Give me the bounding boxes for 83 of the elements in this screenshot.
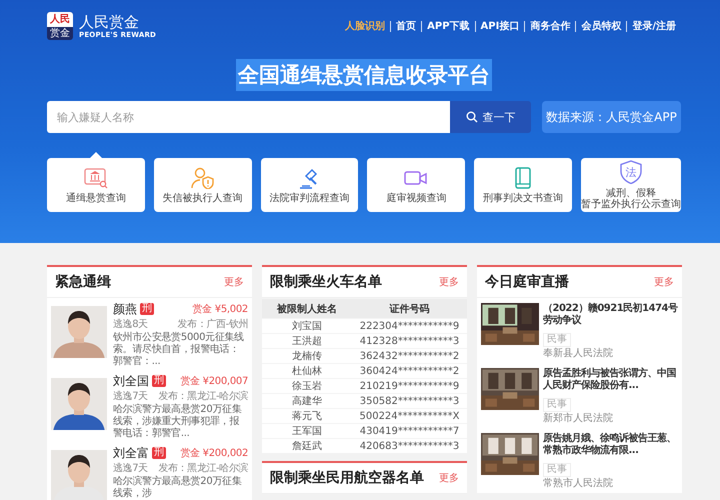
table-cell-text: 徐玉岩 [291, 380, 323, 393]
case-type-tag: 民事 [543, 398, 571, 412]
service-label: 失信被执行人查询 [162, 192, 243, 204]
table-cell-text: 詹廷武 [291, 440, 323, 453]
table-cell-text: 杜仙林 [291, 364, 323, 378]
law-shield-icon: 法 [618, 160, 643, 184]
table-cell-text: 420683***********3 [358, 440, 460, 452]
section-title: 限制乘坐火车名单 [270, 273, 382, 291]
table-cell-text: 500224***********X [358, 410, 461, 422]
service-label: 法院审判流程查询 [269, 192, 350, 204]
more-link[interactable]: 更多 [224, 275, 244, 289]
nav-link[interactable]: 首页 [390, 20, 422, 32]
criminal-badge: 刑 [152, 375, 166, 387]
escape-days: 逃逸7天 [113, 461, 148, 475]
table-cell-text: 350582***********3 [358, 396, 460, 406]
trial-title[interactable]: （2022）赣0921民初1474号劳动争议 [543, 303, 678, 327]
more-link[interactable]: 更多 [654, 275, 674, 289]
person-name: 刘全国 [113, 372, 149, 390]
table-cell-text: 高建华 [291, 394, 323, 408]
nav-link[interactable]: 登录/注册 [626, 20, 681, 32]
court-name: 新郑市人民法院 [543, 413, 614, 425]
publisher-label: 发布：广西-钦州 [178, 318, 248, 331]
nav-link[interactable]: 会员特权 [575, 20, 626, 32]
table-cell-text: 430419***********7 [358, 426, 460, 436]
case-description: 哈尔滨警方最高悬赏20万征集线索，涉 [113, 476, 243, 500]
nav-link[interactable]: APP下载 [421, 20, 475, 32]
person-name: 颜燕 [113, 300, 137, 318]
page-title: 全国通缉悬赏信息收录平台 [236, 59, 492, 91]
service-label: 通缉悬赏查询 [66, 192, 126, 204]
search-icon [466, 111, 478, 123]
table-cell-text: 王军国 [291, 425, 323, 438]
logo-icon: 人民 赏金 [47, 12, 73, 40]
case-description: 钦州市公安悬赏5000元征集线索。请尽快自首，报警电话：郭警官：... [113, 332, 245, 368]
more-link[interactable]: 更多 [439, 471, 459, 485]
section-title: 今日庭审直播 [485, 273, 569, 291]
table-cell-text: 刘宝国 [291, 320, 323, 333]
service-label: 刑事判决文书查询 [483, 192, 564, 204]
table-cell-text: 412328***********3 [358, 336, 460, 346]
trial-title[interactable]: 原告姚月娥、徐鸣诉被告王葱、常熟市政华物流有限... [543, 433, 678, 457]
bank-search-icon [84, 166, 108, 188]
logo-name: 人民赏金 [79, 13, 140, 31]
service-card[interactable]: 法院审判流程查询 [260, 158, 358, 212]
reward-amount: 赏金 ¥200,007 [180, 374, 248, 388]
criminal-badge: 刑 [140, 303, 154, 315]
search-button[interactable]: 查一下 [450, 101, 531, 133]
escape-days: 逃逸8天 [113, 317, 148, 331]
section-title: 限制乘坐民用航空器名单 [270, 469, 424, 487]
publisher-label: 发布：黑龙江-哈尔滨 [158, 390, 248, 403]
table-cell-text: 龙楠传 [291, 350, 323, 363]
column-header: 被限制人姓名 [276, 302, 338, 316]
service-label: 庭审视频查询 [386, 192, 446, 204]
nav-link[interactable]: 人脸识别 [340, 20, 390, 32]
table-cell-text: 蒋元飞 [291, 410, 323, 423]
table-cell-text: 210219***********9 [358, 380, 460, 392]
column-header: 证件号码 [388, 302, 430, 316]
reward-amount: 赏金 ¥5,002 [192, 302, 248, 316]
person-shield-icon [190, 166, 215, 188]
more-link[interactable]: 更多 [439, 275, 459, 289]
case-type-tag: 民事 [543, 333, 571, 347]
service-card[interactable]: 刑事判决文书查询 [474, 158, 572, 212]
publisher-label: 发布：黑龙江-哈尔滨 [158, 462, 248, 475]
table-cell-text: 王洪超 [291, 334, 323, 348]
service-card[interactable]: 庭审视频查询 [367, 158, 466, 212]
reward-amount: 赏金 ¥200,002 [180, 446, 248, 460]
case-description: 哈尔滨警方最高悬赏20万征集线索，涉嫌重大刑事犯罪，报警电话：郭警官... [113, 404, 243, 440]
person-name: 刘全富 [113, 444, 149, 462]
section-title: 紧急通缉 [55, 273, 111, 291]
nav-link[interactable]: API接口 [474, 20, 524, 32]
service-card[interactable]: 法 减刑、假释 暂予监外执行公示查询 [580, 158, 681, 212]
court-name: 常熟市人民法院 [543, 478, 614, 490]
case-type-tag: 民事 [543, 463, 571, 477]
trial-title[interactable]: 原告孟胜利与被告张谓方、中国人民财产保险股份有... [543, 368, 678, 392]
table-cell-text: 222304***********9 [358, 320, 460, 332]
search-field[interactable]: 输入嫌疑人名称 [47, 101, 450, 133]
escape-days: 逃逸7天 [113, 389, 148, 403]
data-source-label: 数据来源：人民赏金APP [542, 101, 681, 133]
nav-link[interactable]: 商务合作 [524, 20, 576, 32]
service-card[interactable]: 失信被执行人查询 [154, 158, 252, 212]
criminal-badge: 刑 [152, 447, 166, 459]
court-name: 奉新县人民法院 [543, 348, 614, 360]
table-cell-text: 362432***********2 [358, 350, 460, 362]
service-label: 减刑、假释 暂予监外执行公示查询 [580, 188, 681, 210]
table-cell-text: 360424***********2 [358, 366, 460, 376]
